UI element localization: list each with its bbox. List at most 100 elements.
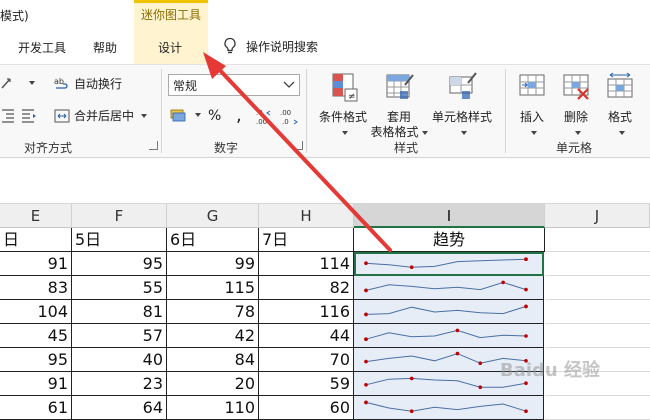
delete-cells-button[interactable]: 删除 (556, 71, 596, 140)
cell-h-row-2[interactable]: 82 (259, 276, 354, 300)
title-bar: 模式) (0, 0, 650, 30)
wrap-text-icon: ab (54, 77, 68, 89)
cell-e-row-2[interactable]: 83 (0, 276, 72, 300)
column-j-cell[interactable] (545, 228, 650, 252)
svg-text:.0: .0 (282, 118, 289, 125)
delete-label: 删除 (563, 110, 588, 124)
table-format-label-1: 套用 (386, 110, 411, 124)
alignment-dialog-launcher[interactable] (149, 141, 158, 150)
trend-header-cell[interactable]: 趋势 (354, 228, 545, 252)
svg-text:ab: ab (54, 77, 64, 86)
svg-text:.00: .00 (256, 118, 267, 125)
conditional-format-icon: ≠ (332, 73, 358, 102)
percent-style-button[interactable]: % (208, 108, 221, 124)
sparkline-cell-row-2[interactable] (354, 276, 544, 300)
cell-e-row-1[interactable]: 91 (0, 252, 72, 276)
insert-cells-icon (519, 74, 545, 96)
cell-e-row-7[interactable]: 61 (0, 396, 72, 420)
cell-g-row-5[interactable]: 84 (167, 348, 259, 372)
cell-f-row-2[interactable]: 55 (72, 276, 167, 300)
cell-g-row-3[interactable]: 78 (167, 300, 259, 324)
column-header-g[interactable]: G (167, 204, 259, 228)
tell-me-search[interactable]: 操作说明搜索 (222, 37, 318, 55)
currency-icon (170, 109, 186, 122)
header-cell-g[interactable]: 6日 (167, 228, 259, 252)
orientation-button[interactable] (0, 75, 35, 91)
cell-e-row-6[interactable]: 91 (0, 372, 72, 396)
table-format-label-2: 表格格式 (370, 125, 419, 139)
cond-format-label: 条件格式 (318, 110, 367, 124)
cell-g-row-2[interactable]: 115 (167, 276, 259, 300)
delete-cells-icon (563, 74, 589, 100)
header-cell-f[interactable]: 5日 (72, 228, 167, 252)
cell-f-row-3[interactable]: 81 (72, 300, 167, 324)
cell-h-row-3[interactable]: 116 (259, 300, 354, 324)
cell-e-row-3[interactable]: 104 (0, 300, 72, 324)
cell-f-row-6[interactable]: 23 (72, 372, 167, 396)
ribbon-panel: ab 自动换行 合并后居中 对齐方式 数字 % , .0 .00 .00 .0 … (0, 64, 650, 158)
cell-h-row-6[interactable]: 59 (259, 372, 354, 396)
cell-g-row-6[interactable]: 20 (167, 372, 259, 396)
number-format-select[interactable]: 常规 (168, 74, 300, 96)
conditional-formatting-button[interactable]: ≠ 条件格式 (316, 71, 370, 140)
tab-help[interactable]: 帮助 (93, 39, 117, 56)
lightbulb-icon (224, 37, 236, 54)
cell-h-row-5[interactable]: 70 (259, 348, 354, 372)
comma-style-button[interactable]: , (236, 105, 242, 126)
accounting-format-button[interactable] (170, 107, 201, 123)
insert-cells-button[interactable]: 插入 (512, 71, 552, 140)
column-header-f[interactable]: F (72, 204, 167, 228)
number-dialog-launcher[interactable] (294, 141, 303, 150)
cell-e-row-5[interactable]: 95 (0, 348, 72, 372)
svg-text:.00: .00 (280, 109, 291, 117)
formula-bar-area (0, 158, 650, 204)
cell-h-row-1[interactable]: 114 (259, 252, 354, 276)
column-j-cell[interactable] (545, 300, 650, 324)
wrap-text-button[interactable]: ab 自动换行 (54, 75, 122, 92)
sparkline-cell-row-7[interactable] (354, 396, 544, 420)
cells-group-label: 单元格 (556, 141, 593, 155)
cell-f-row-1[interactable]: 95 (72, 252, 167, 276)
cell-h-row-7[interactable]: 60 (259, 396, 354, 420)
tab-developer[interactable]: 开发工具 (18, 39, 66, 56)
cell-g-row-1[interactable]: 99 (167, 252, 259, 276)
format-as-table-button[interactable]: 套用 表格格式 (370, 71, 428, 140)
header-cell-e[interactable]: 日 (0, 228, 72, 252)
column-header-h[interactable]: H (259, 204, 354, 228)
column-header-i[interactable]: I (354, 204, 545, 228)
tab-design[interactable]: 设计 (158, 39, 182, 56)
window-mode-text: 模式) (0, 9, 29, 23)
decimal-buttons[interactable]: .0 .00 .00 .0 (256, 107, 300, 125)
merge-cells-icon (54, 109, 70, 122)
cell-g-row-7[interactable]: 110 (167, 396, 259, 420)
cell-f-row-7[interactable]: 64 (72, 396, 167, 420)
text-orientation-icon (1, 78, 11, 89)
cell-e-row-4[interactable]: 45 (0, 324, 72, 348)
tell-me-label: 操作说明搜索 (246, 39, 319, 54)
insert-label: 插入 (519, 110, 544, 124)
cell-h-row-4[interactable]: 44 (259, 324, 354, 348)
column-j-cell[interactable] (545, 276, 650, 300)
merge-center-button[interactable]: 合并后居中 (54, 107, 148, 124)
sparkline-cell-row-3[interactable] (354, 300, 544, 324)
sparkline-cell-row-1[interactable] (354, 252, 544, 276)
wrap-text-label: 自动换行 (74, 77, 123, 91)
column-header-j[interactable]: J (545, 204, 650, 228)
column-j-cell[interactable] (545, 324, 650, 348)
sparkline-cell-row-4[interactable] (354, 324, 544, 348)
indent-buttons[interactable] (0, 107, 40, 123)
cell-g-row-4[interactable]: 42 (167, 324, 259, 348)
header-cell-h[interactable]: 7日 (259, 228, 354, 252)
number-group-label: 数字 (214, 141, 239, 155)
merge-center-label: 合并后居中 (74, 109, 135, 123)
cell-styles-button[interactable]: 单元格样式 (430, 71, 494, 140)
cell-f-row-4[interactable]: 57 (72, 324, 167, 348)
context-group-label: 迷你图工具 (140, 8, 201, 22)
column-j-cell[interactable] (545, 252, 650, 276)
format-cells-button[interactable]: 格式 (600, 71, 640, 140)
format-cells-icon (607, 72, 633, 98)
column-j-cell[interactable] (545, 396, 650, 420)
cell-f-row-5[interactable]: 40 (72, 348, 167, 372)
column-header-e[interactable]: E (0, 204, 72, 228)
spreadsheet-grid: E F G H I J 日 5日 6日 7日 趋势 91 95 99 114 83 55 1… (0, 204, 650, 420)
